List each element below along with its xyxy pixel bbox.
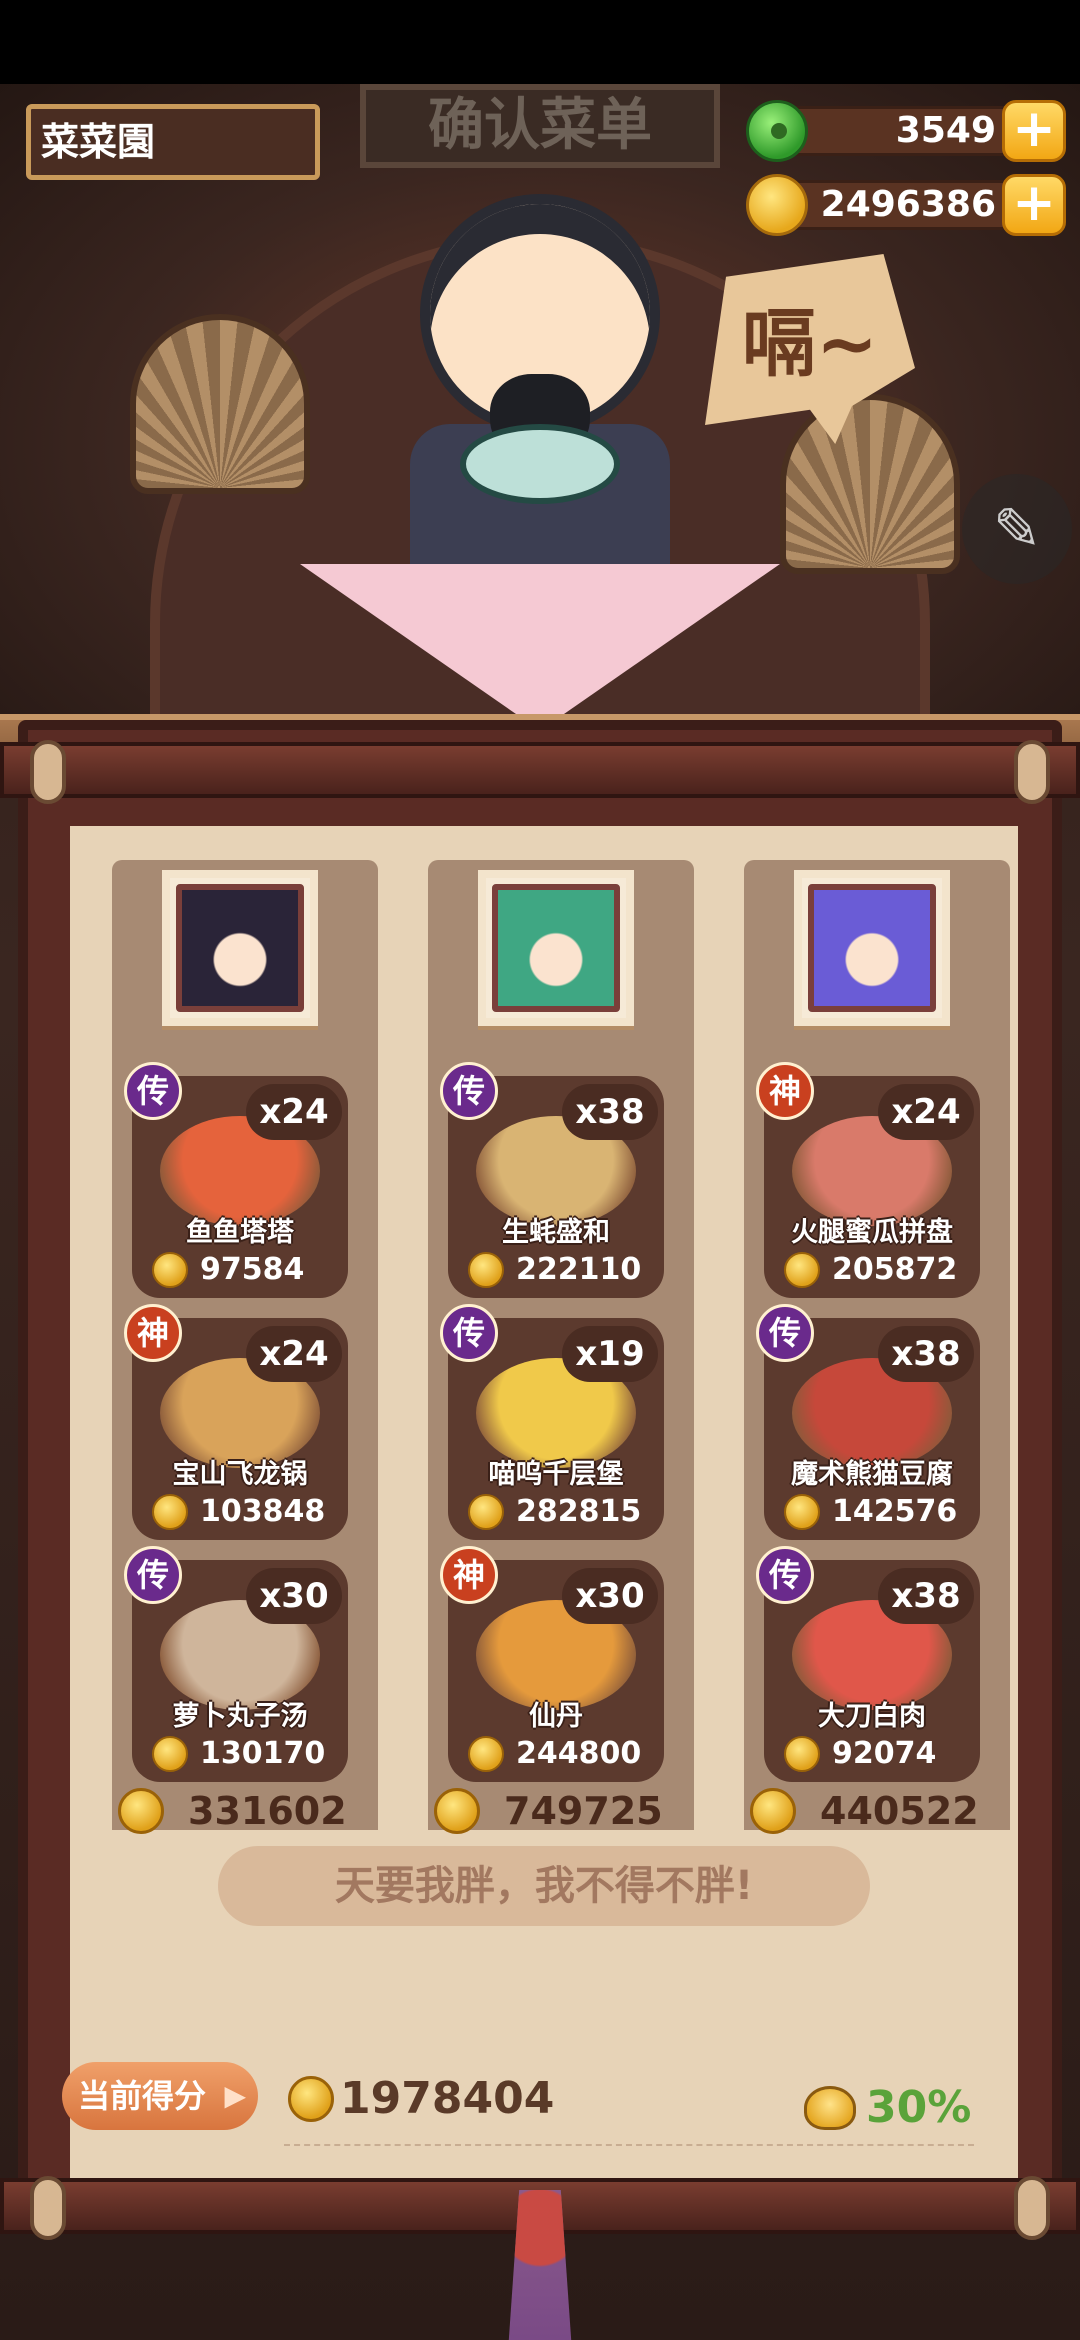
grade-badge: 传 (756, 1546, 814, 1604)
grade-badge: 神 (440, 1546, 498, 1604)
dish-count: x38 (878, 1568, 974, 1624)
menu-sign: 确认菜单 (360, 84, 720, 168)
money-bag-icon (804, 2086, 856, 2130)
dish-price: 130170 (200, 1736, 326, 1771)
dish-count: x24 (246, 1084, 342, 1140)
dish-count: x30 (562, 1568, 658, 1624)
dish-price: 142576 (832, 1494, 958, 1529)
dish-name: 喵呜千层堡 (488, 1459, 624, 1490)
dish-count: x30 (246, 1568, 342, 1624)
column-total-value: 331602 (188, 1789, 347, 1833)
dish-count: x24 (878, 1084, 974, 1140)
grade-badge: 传 (440, 1062, 498, 1120)
coin-icon (434, 1788, 480, 1834)
dish-card[interactable]: 神 x24 宝山飞龙锅 103848 (124, 1304, 348, 1540)
coin-icon (784, 1736, 820, 1772)
dish-count: x38 (878, 1326, 974, 1382)
dish-name: 大刀白肉 (818, 1701, 926, 1732)
grade-badge: 传 (756, 1304, 814, 1362)
grade-badge: 神 (124, 1304, 182, 1362)
dish-card[interactable]: 传 x38 魔术熊猫豆腐 142576 (756, 1304, 980, 1540)
coin-icon (468, 1252, 504, 1288)
dish-name: 鱼鱼塔塔 (186, 1217, 294, 1248)
coin-currency: 2496386 + (746, 174, 1066, 236)
grade-badge: 神 (756, 1062, 814, 1120)
coin-icon (746, 174, 808, 236)
chef-avatar-2[interactable] (478, 870, 634, 1026)
edit-pencil-icon[interactable]: ✎ (962, 474, 1072, 584)
column-total-value: 749725 (504, 1789, 663, 1833)
dish-card[interactable]: 传 x30 萝卜丸子汤 130170 (124, 1546, 348, 1782)
add-coin-button[interactable]: + (1002, 174, 1066, 236)
dish-name: 宝山飞龙锅 (172, 1459, 308, 1490)
dish-card[interactable]: 传 x38 大刀白肉 92074 (756, 1546, 980, 1782)
dish-card[interactable]: 神 x24 火腿蜜瓜拼盘 205872 (756, 1062, 980, 1298)
coin-icon (784, 1494, 820, 1530)
customer-character (350, 184, 730, 574)
grade-badge: 传 (440, 1304, 498, 1362)
plate-icon (460, 424, 620, 504)
dish-card[interactable]: 传 x19 喵呜千层堡 282815 (440, 1304, 664, 1540)
jade-value: 3549 (895, 110, 996, 151)
dish-name: 生蚝盛和 (502, 1217, 610, 1248)
coin-icon (152, 1736, 188, 1772)
dish-price: 205872 (832, 1252, 958, 1287)
customer-quote: 天要我胖，我不得不胖! (218, 1846, 870, 1926)
coin-icon (784, 1252, 820, 1288)
dish-price: 97584 (200, 1252, 305, 1287)
coin-icon (118, 1788, 164, 1834)
right-fan-icon (780, 394, 960, 574)
grade-badge: 传 (124, 1546, 182, 1604)
restaurant-name: 菜菜園 (26, 104, 320, 180)
coin-icon (152, 1252, 188, 1288)
grade-badge: 传 (124, 1062, 182, 1120)
dish-price: 244800 (516, 1736, 642, 1771)
dish-count: x19 (562, 1326, 658, 1382)
score-value: 1978404 (340, 2073, 555, 2124)
dish-name: 仙丹 (529, 1701, 583, 1732)
current-score-button[interactable]: 当前得分 ▶ (62, 2062, 258, 2130)
chef-avatar-1[interactable] (162, 870, 318, 1026)
coin-icon (152, 1494, 188, 1530)
dish-name: 萝卜丸子汤 (172, 1701, 308, 1732)
coin-icon (288, 2076, 334, 2122)
dish-price: 103848 (200, 1494, 326, 1529)
dish-price: 222110 (516, 1252, 642, 1287)
chef-avatar-3[interactable] (794, 870, 950, 1026)
jade-icon (746, 100, 808, 162)
left-fan-icon (130, 314, 310, 494)
scroll-top-rod (0, 740, 1080, 804)
add-jade-button[interactable]: + (1002, 100, 1066, 162)
jade-currency: 3549 + (746, 100, 1066, 162)
column-total-value: 440522 (820, 1789, 979, 1833)
coin-icon (750, 1788, 796, 1834)
coin-value: 2496386 (820, 184, 996, 225)
dish-count: x24 (246, 1326, 342, 1382)
bonus-percent: 30% (866, 2082, 972, 2133)
dish-card[interactable]: 神 x30 仙丹 244800 (440, 1546, 664, 1782)
dish-price: 92074 (832, 1736, 937, 1771)
coin-icon (468, 1494, 504, 1530)
dish-name: 魔术熊猫豆腐 (791, 1459, 953, 1490)
play-arrow-icon: ▶ (224, 2079, 246, 2112)
dish-card[interactable]: 传 x38 生蚝盛和 222110 (440, 1062, 664, 1298)
dish-price: 282815 (516, 1494, 642, 1529)
dish-count: x38 (562, 1084, 658, 1140)
score-label: 当前得分 (78, 2077, 207, 2115)
dish-name: 火腿蜜瓜拼盘 (791, 1217, 953, 1248)
score-divider (284, 2144, 974, 2146)
coin-icon (468, 1736, 504, 1772)
dish-card[interactable]: 传 x24 鱼鱼塔塔 97584 (124, 1062, 348, 1298)
